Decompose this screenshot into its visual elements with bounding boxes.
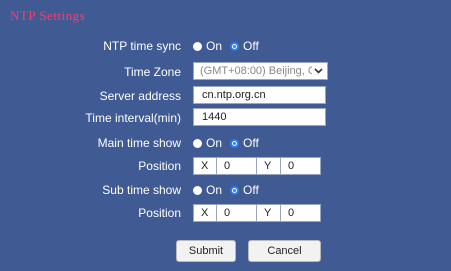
main-time-show-off-label: Off: [243, 136, 259, 150]
sub-time-show-on-label: On: [206, 183, 223, 197]
main-time-show-radio-group: On Off: [193, 133, 267, 153]
ntp-sync-off-label: Off: [243, 39, 259, 53]
time-zone-select-wrap: (GMT+08:00) Beijing, Chc: [193, 62, 328, 82]
button-row: Submit Cancel: [0, 240, 451, 262]
sub-time-show-off-label: Off: [243, 183, 259, 197]
ntp-sync-label: NTP time sync: [103, 39, 181, 53]
time-interval-row: Time interval(min) 1440: [0, 108, 451, 128]
server-address-input[interactable]: cn.ntp.org.cn: [193, 86, 326, 104]
sub-position-row: Position X 0 Y 0: [0, 203, 451, 223]
ntp-sync-on-radio[interactable]: On: [193, 39, 222, 53]
submit-button[interactable]: Submit: [176, 240, 236, 262]
main-time-show-on-radio[interactable]: On: [193, 136, 222, 150]
sub-time-show-on-radio[interactable]: On: [193, 183, 222, 197]
time-interval-input[interactable]: 1440: [193, 108, 326, 126]
sub-time-show-label: Sub time show: [102, 183, 181, 197]
ntp-sync-radio-group: On Off: [193, 36, 267, 56]
chevron-down-icon: [312, 63, 324, 79]
main-position-label: Position: [138, 159, 181, 173]
sub-time-show-off-radio[interactable]: Off: [230, 183, 259, 197]
main-position-y-label: Y: [257, 157, 281, 175]
time-zone-label: Time Zone: [124, 65, 181, 79]
ntp-sync-on-label: On: [206, 39, 223, 53]
sub-position-fields: X 0 Y 0: [193, 203, 321, 223]
server-address-row: Server address cn.ntp.org.cn: [0, 86, 451, 106]
main-position-x-input[interactable]: 0: [217, 157, 257, 175]
cancel-button[interactable]: Cancel: [248, 240, 321, 262]
sub-position-x-label: X: [193, 204, 217, 222]
radio-unchecked-icon: [193, 185, 202, 195]
ntp-settings-panel: NTP Settings NTP time sync On Off Time Z…: [0, 0, 451, 271]
page-title: NTP Settings: [10, 8, 86, 23]
time-zone-row: Time Zone (GMT+08:00) Beijing, Chc: [0, 62, 451, 82]
main-time-show-on-label: On: [206, 136, 223, 150]
main-position-x-label: X: [193, 157, 217, 175]
radio-unchecked-icon: [193, 138, 202, 148]
main-time-show-row: Main time show On Off: [0, 133, 451, 153]
radio-checked-icon: [230, 185, 240, 195]
main-position-row: Position X 0 Y 0: [0, 156, 451, 176]
main-position-y-input[interactable]: 0: [281, 157, 321, 175]
sub-time-show-radio-group: On Off: [193, 180, 267, 200]
sub-time-show-row: Sub time show On Off: [0, 180, 451, 200]
main-position-fields: X 0 Y 0: [193, 156, 321, 176]
radio-unchecked-icon: [193, 41, 202, 51]
ntp-sync-off-radio[interactable]: Off: [230, 39, 259, 53]
time-zone-select[interactable]: (GMT+08:00) Beijing, Chc: [193, 62, 328, 80]
radio-checked-icon: [230, 41, 240, 51]
server-address-label: Server address: [99, 89, 181, 103]
sub-position-y-label: Y: [257, 204, 281, 222]
sub-position-label: Position: [138, 206, 181, 220]
main-time-show-off-radio[interactable]: Off: [230, 136, 259, 150]
sub-position-x-input[interactable]: 0: [217, 204, 257, 222]
main-time-show-label: Main time show: [97, 136, 181, 150]
ntp-sync-row: NTP time sync On Off: [0, 36, 451, 56]
time-interval-label: Time interval(min): [85, 111, 181, 125]
time-zone-value: (GMT+08:00) Beijing, Chc: [200, 65, 312, 77]
sub-position-y-input[interactable]: 0: [281, 204, 321, 222]
radio-checked-icon: [230, 138, 240, 148]
